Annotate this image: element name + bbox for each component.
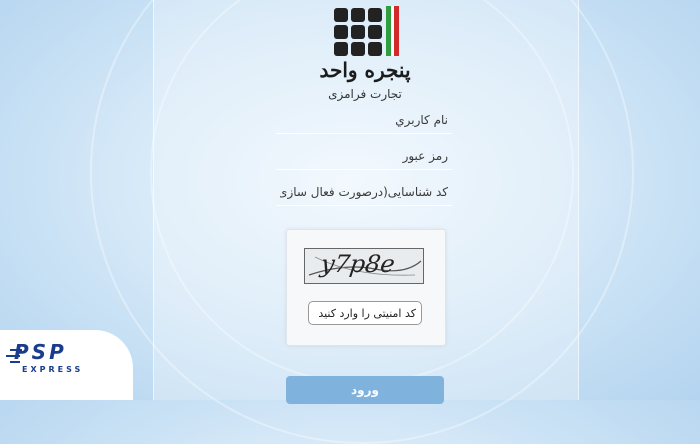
- watermark-logo-subtext: EXPRESS: [22, 365, 84, 374]
- watermark-speed-lines: [6, 349, 22, 363]
- watermark-logo-text: PSP: [14, 340, 67, 364]
